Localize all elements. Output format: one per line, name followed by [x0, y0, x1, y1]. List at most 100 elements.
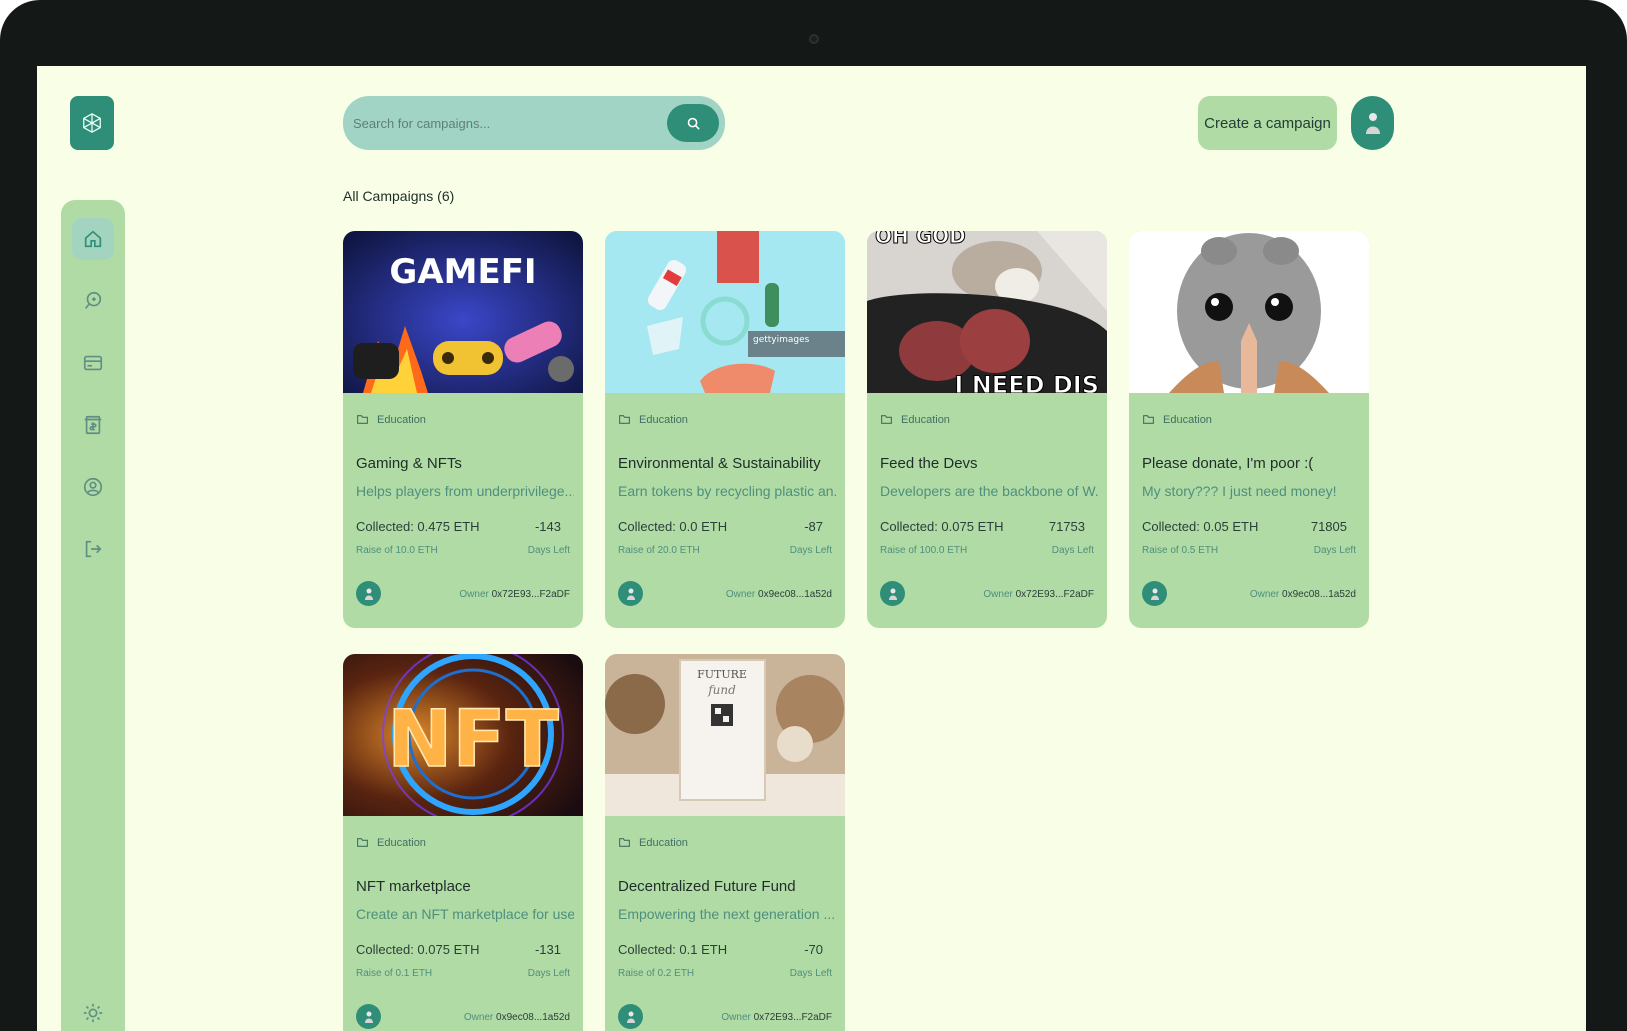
owner-value: 0x72E93...F2aDF — [491, 589, 570, 600]
sidebar-item-withdraw[interactable] — [72, 404, 114, 446]
owner-avatar — [618, 1004, 643, 1029]
sidebar-item-profile[interactable] — [72, 466, 114, 508]
category-row: Education — [880, 413, 950, 426]
campaign-title: Environmental & Sustainability — [618, 455, 821, 472]
days-left-label: Days Left — [789, 545, 832, 556]
gamefi-text: GAMEFI — [389, 252, 536, 292]
owner-address: Owner 0x72E93...F2aDF — [983, 589, 1094, 600]
days-left-value: -131 — [534, 942, 561, 957]
raise-target: Raise of 10.0 ETH — [356, 545, 438, 556]
campaign-card[interactable]: FUTURE fund Education Decentralized Futu… — [605, 654, 845, 1031]
category-row: Education — [618, 836, 688, 849]
user-avatar[interactable] — [1351, 96, 1394, 150]
app-screen: Create a campaign All Campaigns (6) GAME… — [37, 66, 1586, 1031]
sidebar — [61, 200, 125, 1031]
collected-amount: Collected: 0.075 ETH — [880, 519, 1004, 534]
campaign-card[interactable]: Education Please donate, I'm poor :( My … — [1129, 231, 1369, 628]
app-logo[interactable] — [70, 96, 114, 150]
withdraw-icon — [84, 415, 102, 435]
search-bar — [343, 96, 725, 150]
campaign-icon — [85, 291, 102, 309]
owner-address: Owner 0x9ec08...1a52d — [1250, 589, 1356, 600]
owner-address: Owner 0x72E93...F2aDF — [459, 589, 570, 600]
owner-address: Owner 0x9ec08...1a52d — [726, 589, 832, 600]
campaign-card[interactable]: OH GOD I NEED DIS Education Feed the Dev… — [867, 231, 1107, 628]
campaign-title: Gaming & NFTs — [356, 455, 462, 472]
meme-top-text: OH GOD — [875, 231, 966, 248]
folder-icon — [619, 415, 630, 424]
folder-icon — [881, 415, 892, 424]
campaign-description: Earn tokens by recycling plastic an... — [618, 483, 836, 499]
campaign-image: FUTURE fund — [605, 654, 845, 816]
category-label: Education — [377, 413, 426, 426]
collected-amount: Collected: 0.05 ETH — [1142, 519, 1259, 534]
search-icon — [687, 117, 700, 130]
days-left-label: Days Left — [1313, 545, 1356, 556]
days-left-value: -87 — [804, 519, 823, 534]
raise-target: Raise of 100.0 ETH — [880, 545, 968, 556]
days-left-label: Days Left — [527, 545, 570, 556]
collected-amount: Collected: 0.1 ETH — [618, 942, 728, 957]
future-title-text: FUTURE — [697, 668, 747, 681]
owner-label: Owner — [463, 1012, 494, 1023]
campaign-card[interactable]: gettyimages Education Environmental & Su… — [605, 231, 845, 628]
search-button[interactable] — [667, 104, 719, 142]
user-avatar-icon — [1365, 113, 1380, 134]
sidebar-item-home[interactable] — [72, 218, 114, 260]
campaign-card[interactable]: NFT Education NFT marketplace Create an … — [343, 654, 583, 1031]
owner-value: 0x9ec08...1a52d — [758, 589, 832, 600]
campaign-image: GAMEFI — [343, 231, 583, 393]
create-campaign-button[interactable]: Create a campaign — [1198, 96, 1337, 150]
section-title: All Campaigns (6) — [343, 188, 455, 204]
owner-address: Owner 0x72E93...F2aDF — [721, 1012, 832, 1023]
raise-target: Raise of 0.1 ETH — [356, 968, 433, 979]
owner-address: Owner 0x9ec08...1a52d — [464, 1012, 570, 1023]
folder-icon — [357, 838, 368, 847]
raise-target: Raise of 0.2 ETH — [618, 968, 695, 979]
owner-label: Owner — [725, 589, 756, 600]
owner-avatar — [1142, 581, 1167, 606]
owner-avatar-icon — [888, 588, 897, 600]
theme-toggle[interactable] — [72, 992, 114, 1031]
campaign-description: Helps players from underprivilege... — [356, 483, 574, 499]
owner-value: 0x9ec08...1a52d — [496, 1012, 570, 1023]
owner-avatar — [880, 581, 905, 606]
owner-avatar — [618, 581, 643, 606]
campaign-title: Feed the Devs — [880, 455, 978, 472]
days-left-value: 71753 — [1048, 519, 1085, 534]
sidebar-item-campaign[interactable] — [72, 280, 114, 322]
campaign-card[interactable]: GAMEFI Education Gaming & NFTs Helps pla… — [343, 231, 583, 628]
sidebar-item-logout[interactable] — [72, 528, 114, 570]
sidebar-item-payment[interactable] — [72, 342, 114, 384]
owner-value: 0x72E93...F2aDF — [1015, 589, 1094, 600]
campaign-description: Empowering the next generation ... — [618, 906, 836, 922]
owner-avatar-icon — [364, 1011, 373, 1023]
folder-icon — [619, 838, 630, 847]
campaign-image: gettyimages — [605, 231, 845, 393]
category-label: Education — [901, 413, 950, 426]
campaign-title: Please donate, I'm poor :( — [1142, 455, 1314, 472]
nft-text: NFT — [387, 695, 559, 785]
owner-label: Owner — [983, 589, 1013, 600]
owner-avatar-icon — [1150, 588, 1159, 600]
owner-label: Owner — [459, 589, 489, 600]
sun-icon — [83, 1003, 103, 1023]
camera-dot — [809, 34, 819, 44]
category-row: Education — [356, 413, 426, 426]
owner-label: Owner — [721, 1012, 751, 1023]
search-input[interactable] — [353, 110, 643, 136]
days-left-value: -70 — [804, 942, 823, 957]
owner-avatar-icon — [364, 588, 373, 600]
category-row: Education — [1142, 413, 1212, 426]
future-sub-text: fund — [707, 683, 736, 697]
logo-icon — [83, 113, 101, 133]
days-left-label: Days Left — [1051, 545, 1094, 556]
campaign-image — [1129, 231, 1369, 393]
collected-amount: Collected: 0.0 ETH — [618, 519, 728, 534]
getty-watermark: gettyimages — [753, 335, 810, 345]
raise-target: Raise of 0.5 ETH — [1142, 545, 1219, 556]
days-left-value: 71805 — [1310, 519, 1347, 534]
campaign-title: NFT marketplace — [356, 878, 471, 895]
meme-bottom-text: I NEED DIS — [954, 371, 1099, 393]
category-label: Education — [639, 413, 688, 426]
